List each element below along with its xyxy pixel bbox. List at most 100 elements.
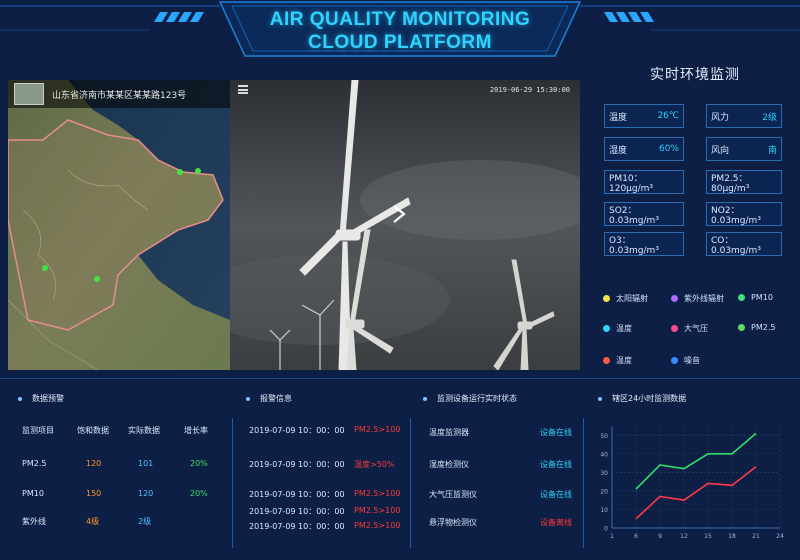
page-title: AIR QUALITY MONITORING CLOUD PLATFORM [230, 8, 570, 54]
so2-cell: SO2：0.03mg/m³ [604, 202, 684, 226]
legend-dot [671, 325, 678, 332]
map-marker[interactable] [94, 276, 100, 282]
legend-item: 紫外线辐射 [671, 293, 724, 304]
chart-header: 辖区24小时监测数据 [598, 393, 686, 404]
column-header: 增长率 [184, 426, 208, 435]
x-tick-label: 12 [680, 533, 688, 540]
video-frame [230, 80, 580, 370]
x-tick-label: 15 [704, 533, 712, 540]
alarm-message: 温度>50% [354, 460, 395, 469]
alarm-message: PM2.5>100 [354, 521, 401, 530]
legend-dot [603, 325, 610, 332]
y-tick-label: 10 [600, 507, 608, 514]
pm25-cell: PM2.5：80μg/m³ [706, 170, 782, 194]
chart-title: 辖区24小时监测数据 [612, 394, 687, 403]
device-status-header: 监测设备运行实时状态 [423, 393, 517, 404]
device-name: 温度监测器 [429, 428, 469, 437]
legend-label: 噪音 [684, 356, 700, 365]
table-cell: 150 [86, 489, 102, 498]
legend-label: 温度 [616, 324, 632, 333]
x-tick-label: 21 [752, 533, 760, 540]
alarm-time: 2019-07-09 10：00：00 [249, 426, 345, 435]
reading-value: 2级 [762, 112, 777, 123]
reading-label: 风向 [711, 145, 730, 156]
location-thumbnail [14, 83, 44, 105]
bullet-icon [423, 396, 427, 401]
video-player[interactable]: 2019-06-29 15:30:00 [230, 80, 580, 370]
legend-label: PM2.5 [751, 323, 776, 332]
x-tick-label: 18 [728, 533, 736, 540]
table-cell: 20% [190, 459, 208, 468]
legend-item: PM2.5 [738, 323, 775, 332]
map-marker[interactable] [42, 265, 48, 271]
satellite-map[interactable] [8, 80, 230, 370]
panel-title: 监测设备运行实时状态 [437, 394, 517, 403]
no2-cell: NO2：0.03mg/m³ [706, 202, 782, 226]
legend-item: 温度 [603, 323, 632, 334]
device-name: 湿度检测仪 [429, 460, 469, 469]
device-status: 设备在线 [540, 490, 572, 499]
map-view[interactable]: 山东省济南市某某区某某路123号 [8, 80, 230, 370]
table-cell: 紫外线 [22, 517, 46, 526]
table-cell: 4级 [86, 517, 100, 526]
title-line-1: AIR QUALITY MONITORING [269, 9, 531, 30]
wind-direction-cell: 风向 南 [706, 137, 782, 161]
reading-value: 60% [658, 144, 679, 154]
bullet-icon [598, 396, 602, 401]
line-chart: 0 10 20 30 40 50 1 6 9 12 15 18 21 24 [600, 426, 784, 540]
alarm-data-header: 数据预警 [18, 393, 64, 404]
alarm-time: 2019-07-09 10：00：00 [249, 460, 345, 469]
column-header: 饱和数据 [77, 426, 109, 435]
wind-force-cell: 风力 2级 [706, 104, 782, 128]
menu-icon[interactable] [238, 85, 248, 94]
column-header: 监测项目 [22, 426, 54, 435]
legend-label: 大气压 [684, 324, 708, 333]
legend-item: PM10 [738, 293, 773, 302]
map-marker[interactable] [195, 168, 201, 174]
reading-label: 温度 [609, 112, 628, 123]
play-icon[interactable] [392, 205, 406, 223]
bullet-icon [18, 396, 22, 401]
device-status: 设备在线 [540, 460, 572, 469]
map-address: 山东省济南市某某区某某路123号 [52, 90, 187, 101]
legend-dot [671, 357, 678, 364]
alarm-message: PM2.5>100 [354, 506, 401, 515]
temperature-cell: 温度 26℃ [604, 104, 684, 128]
reading-value: 南 [767, 145, 777, 156]
legend-label: PM10 [751, 293, 773, 302]
divider [410, 418, 411, 548]
table-cell: 120 [86, 459, 102, 468]
legend-item: 大气压 [671, 323, 708, 334]
device-status: 设备离线 [540, 518, 572, 527]
column-header: 实际数据 [128, 426, 160, 435]
y-tick-label: 30 [600, 470, 608, 477]
bullet-icon [246, 396, 250, 401]
panel-title: 报警信息 [260, 394, 292, 403]
legend-item: 温度 [603, 355, 632, 366]
map-marker[interactable] [177, 169, 183, 175]
table-cell: 2级 [138, 517, 152, 526]
legend-label: 紫外线辐射 [684, 294, 724, 303]
device-status: 设备在线 [540, 428, 572, 437]
device-name: 大气压监测仪 [429, 490, 477, 499]
reading-label: 风力 [711, 112, 730, 123]
co-cell: CO：0.03mg/m³ [706, 232, 782, 256]
legend-dot [671, 295, 678, 302]
title-line-2: CLOUD PLATFORM [308, 32, 492, 53]
o3-cell: O3：0.03mg/m³ [604, 232, 684, 256]
map-address-bar: 山东省济南市某某区某某路123号 [8, 80, 230, 108]
alarm-message: PM2.5>100 [354, 425, 401, 434]
x-tick-label: 9 [658, 533, 662, 540]
legend-dot [603, 295, 610, 302]
legend-label: 温度 [616, 356, 632, 365]
alarm-time: 2019-07-09 10：00：00 [249, 507, 345, 516]
pm10-cell: PM10：120μg/m³ [604, 170, 684, 194]
reading-value: 26℃ [657, 111, 679, 121]
alarm-time: 2019-07-09 10：00：00 [249, 522, 345, 531]
series-line-2 [635, 466, 757, 520]
y-tick-label: 0 [604, 526, 608, 533]
legend-dot [738, 294, 745, 301]
legend-dot [738, 324, 745, 331]
table-cell: 120 [138, 489, 154, 498]
y-tick-label: 50 [600, 433, 608, 440]
